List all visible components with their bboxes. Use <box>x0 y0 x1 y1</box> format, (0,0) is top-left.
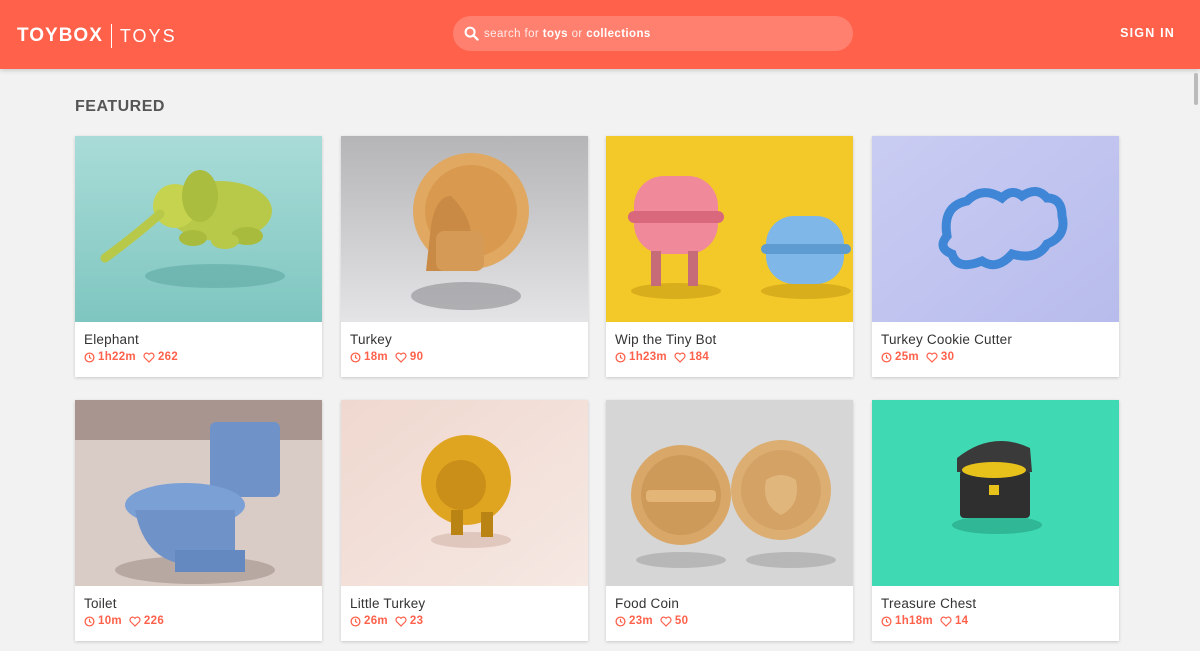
toy-name[interactable]: Elephant <box>84 332 139 347</box>
toy-name[interactable]: Treasure Chest <box>881 596 976 611</box>
search-icon <box>464 26 479 41</box>
toy-name[interactable]: Wip the Tiny Bot <box>615 332 717 347</box>
toy-meta: 10m 226 <box>84 615 164 627</box>
clock-icon <box>615 351 626 363</box>
toy-card-little-turkey[interactable]: Little Turkey 26m 23 <box>341 400 588 641</box>
logo-divider <box>110 24 112 48</box>
toy-name[interactable]: Food Coin <box>615 596 679 611</box>
heart-icon <box>395 616 407 627</box>
likes[interactable]: 30 <box>926 351 954 363</box>
toy-thumbnail[interactable] <box>872 400 1119 586</box>
clock-icon <box>84 615 95 627</box>
toy-thumbnail[interactable] <box>75 400 322 586</box>
toy-card-turkey[interactable]: Turkey 18m 90 <box>341 136 588 377</box>
search-placeholder: search for toys or collections <box>484 27 651 40</box>
toy-thumbnail[interactable] <box>341 400 588 586</box>
likes[interactable]: 14 <box>940 615 968 627</box>
build-time: 25m <box>895 351 919 363</box>
clock-icon <box>881 615 892 627</box>
likes[interactable]: 50 <box>660 615 688 627</box>
sign-in-link[interactable]: SIGN IN <box>1120 26 1175 40</box>
build-time: 10m <box>98 615 122 627</box>
build-time: 23m <box>629 615 653 627</box>
clock-icon <box>615 615 626 627</box>
heart-icon <box>395 352 407 363</box>
likes[interactable]: 90 <box>395 351 423 363</box>
toy-meta: 1h22m 262 <box>84 351 178 363</box>
toy-name[interactable]: Toilet <box>84 596 117 611</box>
likes-count: 90 <box>409 351 424 363</box>
likes[interactable]: 262 <box>143 351 178 363</box>
toy-thumbnail[interactable] <box>75 136 322 322</box>
toy-meta: 1h18m 14 <box>881 615 968 627</box>
toy-meta: 25m 30 <box>881 351 954 363</box>
likes-count: 30 <box>940 351 955 363</box>
likes-count: 14 <box>954 615 969 627</box>
likes-count: 226 <box>143 615 165 627</box>
toy-thumbnail[interactable] <box>341 136 588 322</box>
toy-meta: 18m 90 <box>350 351 423 363</box>
toy-name[interactable]: Turkey <box>350 332 392 347</box>
heart-icon <box>660 616 672 627</box>
toy-meta: 23m 50 <box>615 615 688 627</box>
toy-name[interactable]: Little Turkey <box>350 596 425 611</box>
likes[interactable]: 23 <box>395 615 423 627</box>
build-time: 1h22m <box>98 351 136 363</box>
clock-icon <box>84 351 95 363</box>
featured-title: FEATURED <box>75 98 165 115</box>
likes-count: 262 <box>157 351 179 363</box>
scrollbar[interactable] <box>1194 73 1198 105</box>
toy-card-turkey-cookie-cutter[interactable]: Turkey Cookie Cutter 25m 30 <box>872 136 1119 377</box>
likes[interactable]: 184 <box>674 351 709 363</box>
heart-icon <box>143 352 155 363</box>
clock-icon <box>350 615 361 627</box>
toy-thumbnail[interactable] <box>606 400 853 586</box>
toy-card-treasure-chest[interactable]: Treasure Chest 1h18m 14 <box>872 400 1119 641</box>
toy-thumbnail[interactable] <box>872 136 1119 322</box>
toy-card-toilet[interactable]: Toilet 10m 226 <box>75 400 322 641</box>
build-time: 18m <box>364 351 388 363</box>
clock-icon <box>881 351 892 363</box>
toy-card-wip-the-tiny-bot[interactable]: Wip the Tiny Bot 1h23m 184 <box>606 136 853 377</box>
heart-icon <box>940 616 952 627</box>
likes-count: 50 <box>674 615 689 627</box>
logo-brand: TOYBOX <box>17 25 103 46</box>
clock-icon <box>350 351 361 363</box>
build-time: 1h18m <box>895 615 933 627</box>
toy-card-food-coin[interactable]: Food Coin 23m 50 <box>606 400 853 641</box>
top-header: TOYBOX TOYS search for toys or collectio… <box>0 0 1200 69</box>
toy-card-elephant[interactable]: Elephant 1h22m 262 <box>75 136 322 377</box>
likes-count: 184 <box>688 351 710 363</box>
likes-count: 23 <box>409 615 424 627</box>
build-time: 26m <box>364 615 388 627</box>
heart-icon <box>674 352 686 363</box>
toy-meta: 26m 23 <box>350 615 423 627</box>
toy-name[interactable]: Turkey Cookie Cutter <box>881 332 1012 347</box>
toy-thumbnail[interactable] <box>606 136 853 322</box>
search-input[interactable]: search for toys or collections <box>453 16 853 51</box>
logo[interactable]: TOYBOX TOYS <box>17 24 177 48</box>
heart-icon <box>129 616 141 627</box>
toy-meta: 1h23m 184 <box>615 351 709 363</box>
likes[interactable]: 226 <box>129 615 164 627</box>
build-time: 1h23m <box>629 351 667 363</box>
logo-section: TOYS <box>119 25 177 46</box>
heart-icon <box>926 352 938 363</box>
